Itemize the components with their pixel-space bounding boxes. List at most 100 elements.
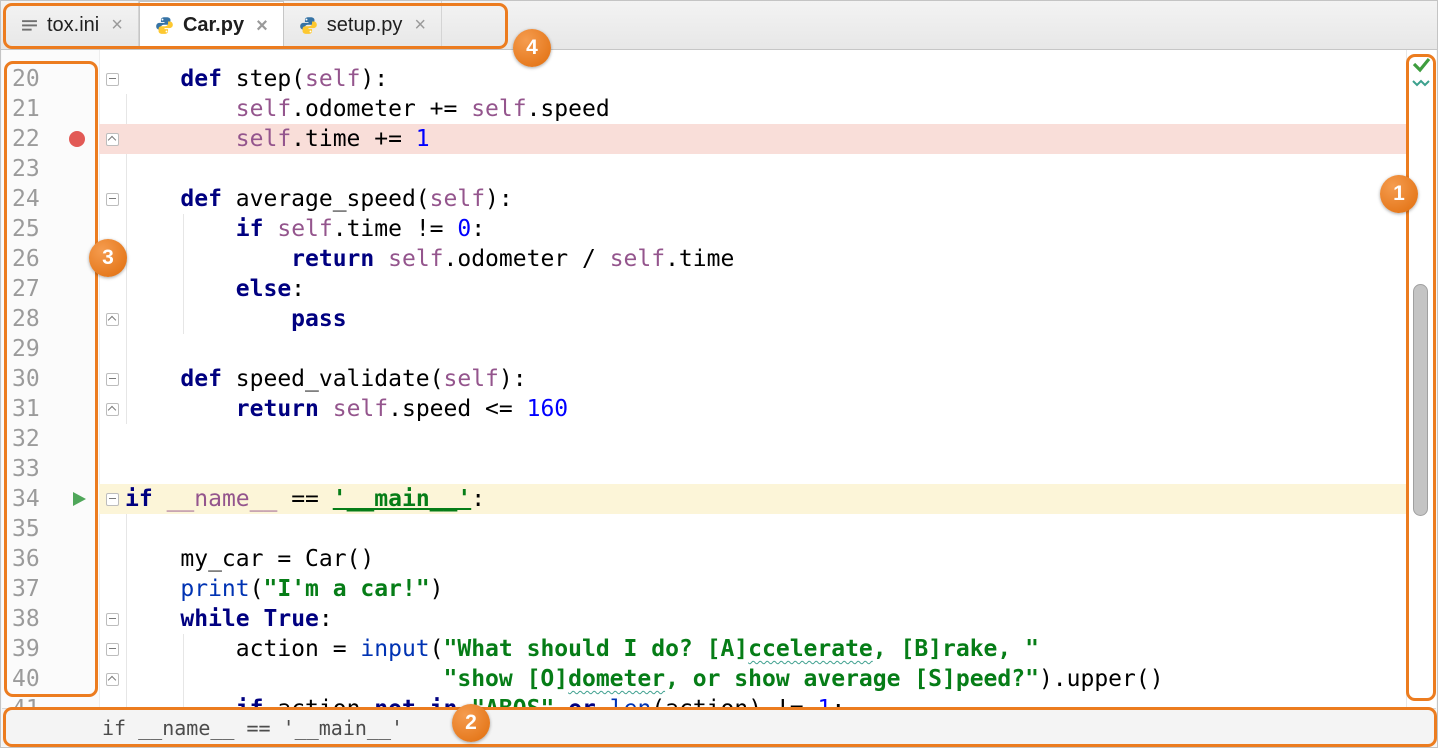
line-number[interactable]: 39 xyxy=(2,634,99,664)
fold-start-icon[interactable] xyxy=(106,193,119,206)
python-icon xyxy=(155,16,174,35)
fold-start-icon[interactable] xyxy=(106,643,119,656)
editor-line-30: 30 def speed_validate(self): xyxy=(2,364,1407,394)
editor-line-26: 26 return self.odometer / self.time xyxy=(2,244,1407,274)
breadcrumb-item[interactable]: if __name__ == '__main__' xyxy=(102,716,403,740)
line-number[interactable]: 35 xyxy=(2,514,99,544)
fold-gutter xyxy=(99,244,125,274)
code-line[interactable]: if action not in "ABOS" or len(action) !… xyxy=(125,694,845,708)
tab-setup.py[interactable]: setup.py× xyxy=(284,1,442,49)
run-arrow-icon[interactable] xyxy=(73,492,86,506)
inspections-ok-icon[interactable] xyxy=(1410,55,1433,98)
editor-line-22: 22 self.time += 1 xyxy=(2,124,1407,154)
fold-end-icon[interactable] xyxy=(106,313,119,326)
code-line[interactable]: my_car = Car() xyxy=(125,544,374,574)
code-line[interactable]: self.odometer += self.speed xyxy=(125,94,610,124)
line-number[interactable]: 31 xyxy=(2,394,99,424)
fold-gutter xyxy=(99,154,125,184)
scrollbar-track[interactable] xyxy=(1406,50,1436,708)
fold-gutter xyxy=(99,94,125,124)
fold-gutter xyxy=(99,664,125,694)
editor-line-38: 38 while True: xyxy=(2,604,1407,634)
editor-line-23: 23 xyxy=(2,154,1407,184)
code-editor-area[interactable]: 20 def step(self): 21 self.odometer += se… xyxy=(2,50,1407,708)
line-number[interactable]: 40 xyxy=(2,664,99,694)
code-line[interactable]: else: xyxy=(125,274,305,304)
fold-start-icon[interactable] xyxy=(106,373,119,386)
code-line[interactable]: action = input("What should I do? [A]cce… xyxy=(125,634,1039,664)
code-line[interactable]: def average_speed(self): xyxy=(125,184,513,214)
editor-line-27: 27 else: xyxy=(2,274,1407,304)
fold-gutter xyxy=(99,214,125,244)
fold-start-icon[interactable] xyxy=(106,493,119,506)
line-number[interactable]: 41 xyxy=(2,694,99,708)
line-number[interactable]: 37 xyxy=(2,574,99,604)
fold-gutter xyxy=(99,634,125,664)
editor-line-29: 29 xyxy=(2,334,1407,364)
code-line[interactable]: print("I'm a car!") xyxy=(125,574,444,604)
breadcrumbs-bar: if __name__ == '__main__' xyxy=(2,708,1436,746)
tab-label: tox.ini xyxy=(47,14,99,37)
editor-line-34: 34 if __name__ == '__main__': xyxy=(2,484,1407,514)
tab-label: Car.py xyxy=(183,14,244,37)
tab-tox.ini[interactable]: tox.ini × xyxy=(6,1,139,49)
line-number[interactable]: 20 xyxy=(2,64,99,94)
line-number[interactable]: 23 xyxy=(2,154,99,184)
code-line[interactable]: return self.speed <= 160 xyxy=(125,394,568,424)
scrollbar-thumb[interactable] xyxy=(1413,284,1428,516)
line-number[interactable]: 21 xyxy=(2,94,99,124)
line-number[interactable]: 33 xyxy=(2,454,99,484)
tab-close-icon[interactable]: × xyxy=(414,15,426,35)
fold-start-icon[interactable] xyxy=(106,73,119,86)
line-number[interactable]: 34 xyxy=(2,484,99,514)
line-number[interactable]: 24 xyxy=(2,184,99,214)
fold-gutter xyxy=(99,514,125,544)
line-number[interactable]: 22 xyxy=(2,124,99,154)
breakpoint-icon[interactable] xyxy=(69,131,85,147)
code-line[interactable]: self.time += 1 xyxy=(125,124,430,154)
tab-bar: tox.ini×Car.py×setup.py× xyxy=(1,1,1437,50)
tab-close-icon[interactable]: × xyxy=(111,15,123,35)
fold-end-icon[interactable] xyxy=(106,133,119,146)
line-number[interactable]: 38 xyxy=(2,604,99,634)
code-line[interactable]: if __name__ == '__main__': xyxy=(125,484,485,514)
fold-gutter xyxy=(99,694,125,708)
code-line[interactable]: pass xyxy=(125,304,347,334)
code-line[interactable]: while True: xyxy=(125,604,333,634)
fold-start-icon[interactable] xyxy=(106,613,119,626)
python-icon xyxy=(299,16,318,35)
fold-gutter xyxy=(99,274,125,304)
fold-gutter xyxy=(99,454,125,484)
fold-gutter xyxy=(99,574,125,604)
line-number[interactable]: 36 xyxy=(2,544,99,574)
line-number[interactable]: 27 xyxy=(2,274,99,304)
line-number[interactable]: 29 xyxy=(2,334,99,364)
code-line[interactable]: def speed_validate(self): xyxy=(125,364,527,394)
editor-line-32: 32 xyxy=(2,424,1407,454)
editor-line-36: 36 my_car = Car() xyxy=(2,544,1407,574)
editor-line-40: 40 "show [O]dometer, or show average [S]… xyxy=(2,664,1407,694)
editor-line-31: 31 return self.speed <= 160 xyxy=(2,394,1407,424)
editor-pane: 20 def step(self): 21 self.odometer += se… xyxy=(2,50,1436,708)
editor-line-35: 35 xyxy=(2,514,1407,544)
code-line[interactable]: return self.odometer / self.time xyxy=(125,244,734,274)
fold-gutter xyxy=(99,124,125,154)
line-number[interactable]: 28 xyxy=(2,304,99,334)
editor-line-33: 33 xyxy=(2,454,1407,484)
fold-gutter xyxy=(99,334,125,364)
fold-gutter xyxy=(99,364,125,394)
fold-gutter xyxy=(99,424,125,454)
fold-end-icon[interactable] xyxy=(106,403,119,416)
editor-line-41: 41 if action not in "ABOS" or len(action… xyxy=(2,694,1407,708)
line-number[interactable]: 30 xyxy=(2,364,99,394)
ide-window: tox.ini×Car.py×setup.py× 20 def step(sel… xyxy=(0,0,1438,748)
tab-Car.py[interactable]: Car.py × xyxy=(139,1,284,49)
code-line[interactable]: "show [O]dometer, or show average [S]pee… xyxy=(125,664,1164,694)
code-line[interactable]: def step(self): xyxy=(125,64,388,94)
fold-end-icon[interactable] xyxy=(106,673,119,686)
line-number[interactable]: 26 xyxy=(2,244,99,274)
line-number[interactable]: 25 xyxy=(2,214,99,244)
tab-close-icon[interactable]: × xyxy=(256,16,268,36)
line-number[interactable]: 32 xyxy=(2,424,99,454)
code-line[interactable]: if self.time != 0: xyxy=(125,214,485,244)
